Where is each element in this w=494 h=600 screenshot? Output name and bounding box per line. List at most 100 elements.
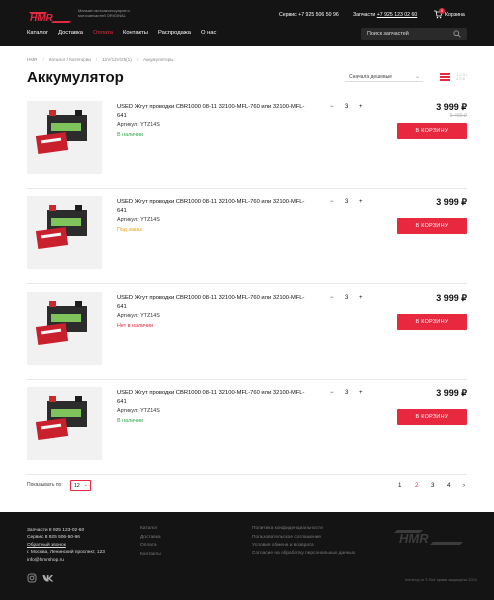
product-title[interactable]: USED Жгут проводки CBR1000 08-11 32100-M…	[117, 389, 307, 407]
add-to-cart-button[interactable]: В КОРЗИНУ	[397, 218, 467, 234]
stock-status: Под заказ	[117, 227, 142, 233]
breadcrumb-sep: /	[95, 57, 98, 62]
stock-status: Нет в наличии	[117, 323, 154, 329]
increase-button[interactable]: +	[359, 390, 363, 396]
add-to-cart-button[interactable]: В КОРЗИНУ	[397, 409, 467, 425]
show-by-select[interactable]: 12 ⌄	[70, 480, 91, 491]
footer-contacts: Запчасти 8 925 123-02-60 Сервис 8 925 50…	[27, 527, 105, 564]
footer-link-catalog[interactable]: Каталог	[140, 525, 161, 534]
add-to-cart-button[interactable]: В КОРЗИНУ	[397, 123, 467, 139]
nav-about[interactable]: О нас	[201, 30, 216, 36]
quantity-value[interactable]: 3	[345, 390, 348, 396]
footer-email[interactable]: info@hmrshop.ru	[27, 557, 105, 564]
footer-link-terms[interactable]: Пользовательское соглашение	[252, 534, 362, 543]
stock-status: В наличии	[117, 418, 144, 424]
nav-catalog[interactable]: Каталог	[27, 30, 48, 36]
battery-image	[27, 196, 102, 269]
sort-value: Сначала дешевые	[349, 74, 393, 80]
footer-link-consent[interactable]: Согласие на обработку персональных данны…	[252, 551, 362, 557]
callback-link[interactable]: Обратный звонок	[27, 543, 66, 548]
svg-text:HMR: HMR	[399, 531, 429, 546]
decrease-button[interactable]: −	[330, 295, 334, 301]
footer-link-delivery[interactable]: Доставка	[140, 534, 161, 543]
product-image[interactable]	[27, 292, 102, 365]
breadcrumb-current: Аккумуляторы	[143, 57, 174, 62]
next-page-icon[interactable]: ›	[463, 482, 465, 489]
social-links	[27, 573, 57, 583]
increase-button[interactable]: +	[359, 199, 363, 205]
grid-view-icon[interactable]: 1 2 3 / 4 5 6	[456, 73, 468, 81]
product-article: Артикул: YTZ14S	[117, 408, 160, 414]
breadcrumb-category[interactable]: 12V/12V/25(1)	[102, 57, 132, 62]
quantity-stepper: − 3 +	[328, 102, 368, 114]
product-image[interactable]	[27, 196, 102, 269]
service-phone[interactable]: Сервис +7 925 506 50 96	[279, 12, 339, 18]
product-price: 3 999 ₽	[436, 388, 467, 398]
footer-link-privacy[interactable]: Политика конфиденциальности	[252, 525, 362, 534]
stock-status: В наличии	[117, 132, 144, 138]
battery-image	[27, 101, 102, 174]
quantity-stepper: − 3 +	[328, 197, 368, 209]
page-link-1[interactable]: 1	[398, 482, 401, 489]
increase-button[interactable]: +	[359, 295, 363, 301]
product-title[interactable]: USED Жгут проводки CBR1000 08-11 32100-M…	[117, 103, 307, 121]
cart-button[interactable]: 0 Корзина	[433, 8, 469, 21]
list-view-icon[interactable]	[440, 73, 450, 81]
parts-label: Запчасти	[353, 12, 376, 18]
decrease-button[interactable]: −	[330, 390, 334, 396]
breadcrumb-catalog[interactable]: Каталог / Категории	[49, 57, 91, 62]
decrease-button[interactable]: −	[330, 104, 334, 110]
search-placeholder: Поиск запчастей	[367, 31, 409, 37]
product-article: Артикул: YTZ14S	[117, 313, 160, 319]
increase-button[interactable]: +	[359, 104, 363, 110]
show-by-label: Показывать по:	[27, 482, 63, 488]
parts-phone[interactable]: +7 925 123 02 60	[377, 12, 418, 18]
nav-sale[interactable]: Распродажа	[158, 30, 191, 36]
footer-link-contacts[interactable]: Контакты	[140, 551, 161, 560]
product-image[interactable]	[27, 101, 102, 174]
cart-label: Корзина	[445, 12, 465, 18]
add-to-cart-button[interactable]: В КОРЗИНУ	[397, 314, 467, 330]
search-input[interactable]: Поиск запчастей	[361, 28, 467, 40]
footer-parts-phone[interactable]: Запчасти 8 925 123-02-60	[27, 527, 105, 534]
sort-select[interactable]: Сначала дешевые ⌄	[345, 72, 423, 82]
page-link-4[interactable]: 4	[447, 482, 450, 489]
breadcrumb-sep: /	[136, 57, 139, 62]
svg-text:HMR: HMR	[30, 13, 54, 23]
product-title[interactable]: USED Жгут проводки CBR1000 08-11 32100-M…	[117, 294, 307, 312]
footer-link-returns[interactable]: Условия обмена и возврата	[252, 542, 362, 551]
breadcrumb-home[interactable]: HMR	[27, 57, 37, 62]
battery-image	[27, 292, 102, 365]
breadcrumb: HMR / Каталог / Категории / 12V/12V/25(1) /…	[27, 57, 178, 62]
parts-phone-block[interactable]: Запчасти +7 925 123 02 60	[353, 12, 417, 18]
old-price: 5 490 ₽	[449, 113, 467, 119]
product-title[interactable]: USED Жгут проводки CBR1000 08-11 32100-M…	[117, 198, 307, 216]
decrease-button[interactable]: −	[330, 199, 334, 205]
footer-link-payment[interactable]: Оплата	[140, 542, 161, 551]
main-nav: Каталог Доставка Оплата Контакты Распрод…	[27, 30, 226, 36]
page-link-3[interactable]: 3	[431, 482, 434, 489]
vk-icon[interactable]	[42, 574, 54, 582]
view-toggle: 1 2 3 / 4 5 6	[440, 73, 468, 83]
site-footer: Запчасти 8 925 123-02-60 Сервис 8 925 50…	[0, 512, 494, 600]
search-icon[interactable]	[453, 30, 461, 38]
quantity-value[interactable]: 3	[345, 199, 348, 205]
nav-delivery[interactable]: Доставка	[58, 30, 83, 36]
nav-payment[interactable]: Оплата	[93, 30, 113, 36]
product-article: Артикул: YTZ14S	[117, 217, 160, 223]
chevron-down-icon: ⌄	[83, 482, 88, 488]
product-row: USED Жгут проводки CBR1000 08-11 32100-M…	[27, 383, 467, 475]
quantity-value[interactable]: 3	[345, 104, 348, 110]
footer-service-phone[interactable]: Сервис 8 925 506-50-96	[27, 534, 105, 541]
product-price: 3 999 ₽	[436, 197, 467, 207]
chevron-down-icon: ⌄	[414, 74, 420, 80]
page-link-2[interactable]: 2	[415, 482, 418, 489]
copyright: hmrshop.ru © Все права защищены 2024	[405, 578, 477, 582]
quantity-value[interactable]: 3	[345, 295, 348, 301]
site-tagline: Магазин мотоаксессуаров и мотозапчастей …	[78, 8, 130, 18]
hmr-logo[interactable]: HMR	[27, 9, 73, 23]
nav-contacts[interactable]: Контакты	[123, 30, 148, 36]
product-image[interactable]	[27, 387, 102, 460]
instagram-icon[interactable]	[27, 573, 37, 583]
product-price: 3 999 ₽	[436, 293, 467, 303]
